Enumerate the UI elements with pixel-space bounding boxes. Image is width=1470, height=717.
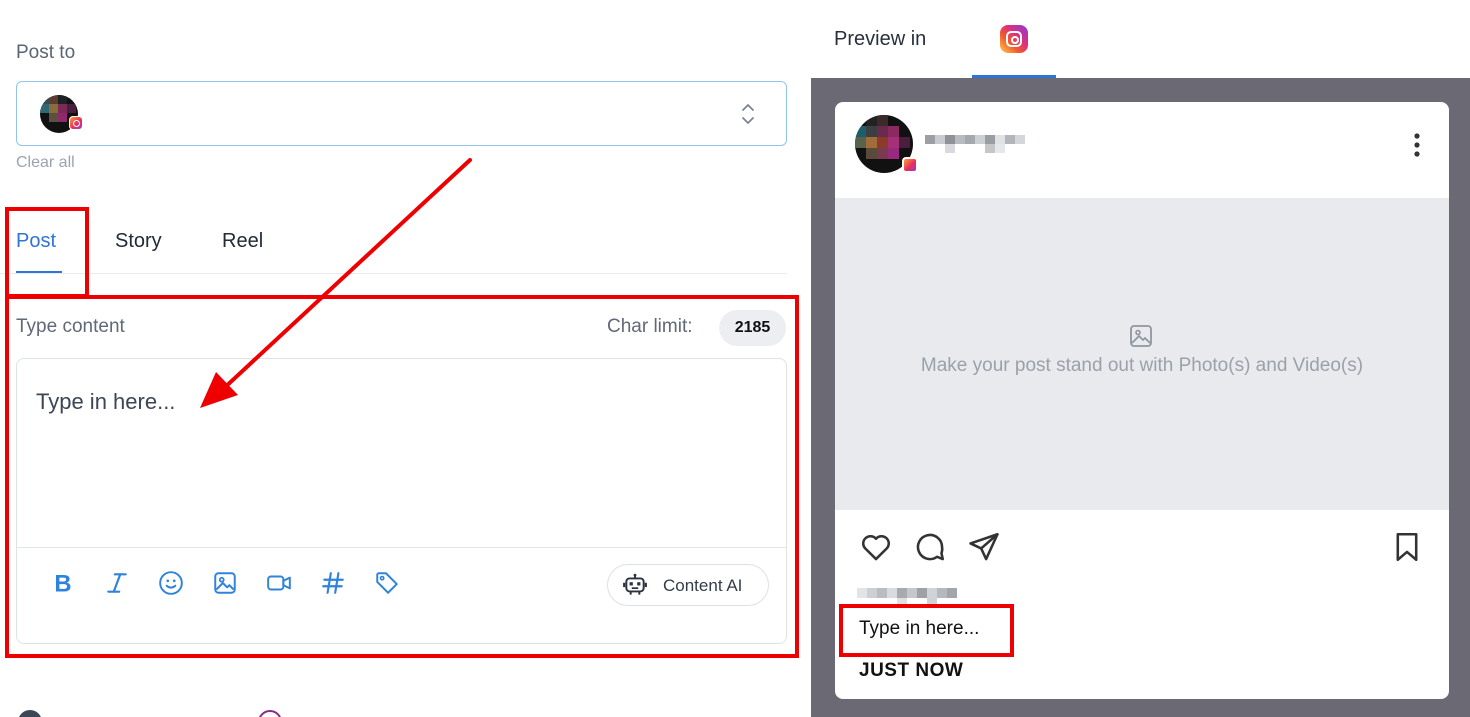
bottom-option-icon[interactable] [18, 710, 42, 717]
tab-reel[interactable]: Reel [222, 230, 263, 253]
clear-all-link[interactable]: Clear all [16, 154, 75, 172]
heart-icon[interactable] [859, 530, 893, 564]
annotation-editor-highlight [5, 295, 799, 658]
instagram-icon [1000, 25, 1028, 53]
bottom-option-icon-2[interactable] [258, 710, 282, 717]
image-placeholder-icon [1130, 325, 1152, 347]
preview-label: Preview in [834, 28, 927, 50]
tab-story[interactable]: Story [115, 230, 162, 253]
more-vertical-icon[interactable] [1405, 130, 1429, 160]
media-placeholder-text: Make your post stand out with Photo(s) a… [920, 355, 1364, 376]
annotation-caption-highlight [839, 604, 1014, 657]
preview-panel: Preview in Make your post stand out with… [811, 0, 1470, 717]
post-to-label: Post to [16, 42, 76, 63]
chevron-updown-icon[interactable] [740, 101, 756, 127]
preview-timestamp: JUST NOW [859, 660, 964, 681]
username-redacted [925, 135, 1025, 153]
annotation-post-tab-highlight [5, 207, 89, 298]
composer-panel: Post to Clear all Post Story Reel Type c… [0, 0, 811, 717]
instagram-badge-icon [69, 116, 83, 130]
preview-header: Preview in [811, 0, 1470, 78]
post-type-tabs: Post Story Reel [0, 220, 787, 274]
tab-instagram-preview[interactable] [972, 0, 1056, 78]
comment-icon[interactable] [913, 530, 947, 564]
instagram-badge-icon [902, 157, 918, 173]
account-select[interactable] [16, 81, 787, 146]
share-icon[interactable] [967, 530, 1001, 564]
bookmark-icon[interactable] [1390, 530, 1424, 564]
media-placeholder[interactable]: Make your post stand out with Photo(s) a… [835, 198, 1449, 510]
